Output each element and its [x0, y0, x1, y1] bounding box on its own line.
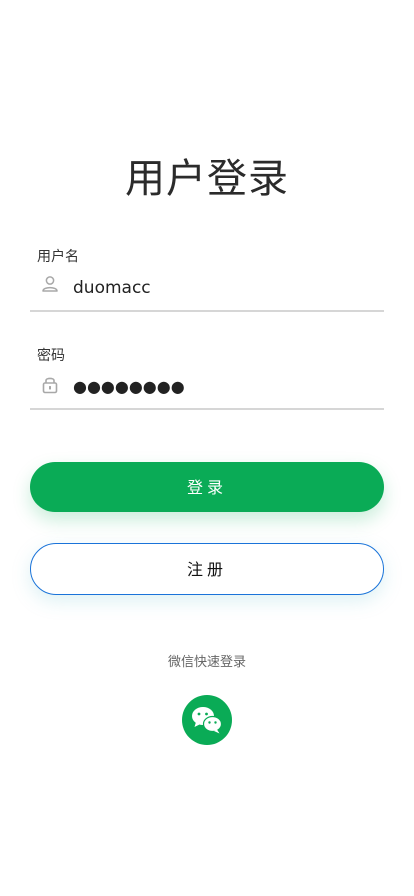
- page-title: 用户登录: [125, 156, 289, 202]
- password-label: 密码: [37, 348, 65, 364]
- username-input[interactable]: [73, 268, 373, 308]
- user-icon: [40, 274, 60, 294]
- password-field-row: [30, 366, 384, 410]
- wechat-quick-login-label: 微信快速登录: [167, 655, 246, 670]
- username-field-row: [30, 268, 384, 312]
- password-input[interactable]: [73, 366, 373, 406]
- username-label: 用户名: [37, 249, 79, 265]
- wechat-login-button[interactable]: [182, 695, 232, 745]
- register-button[interactable]: 注册: [30, 543, 384, 595]
- login-button[interactable]: 登录: [30, 462, 384, 512]
- wechat-icon: [192, 707, 223, 734]
- lock-icon: [40, 374, 60, 394]
